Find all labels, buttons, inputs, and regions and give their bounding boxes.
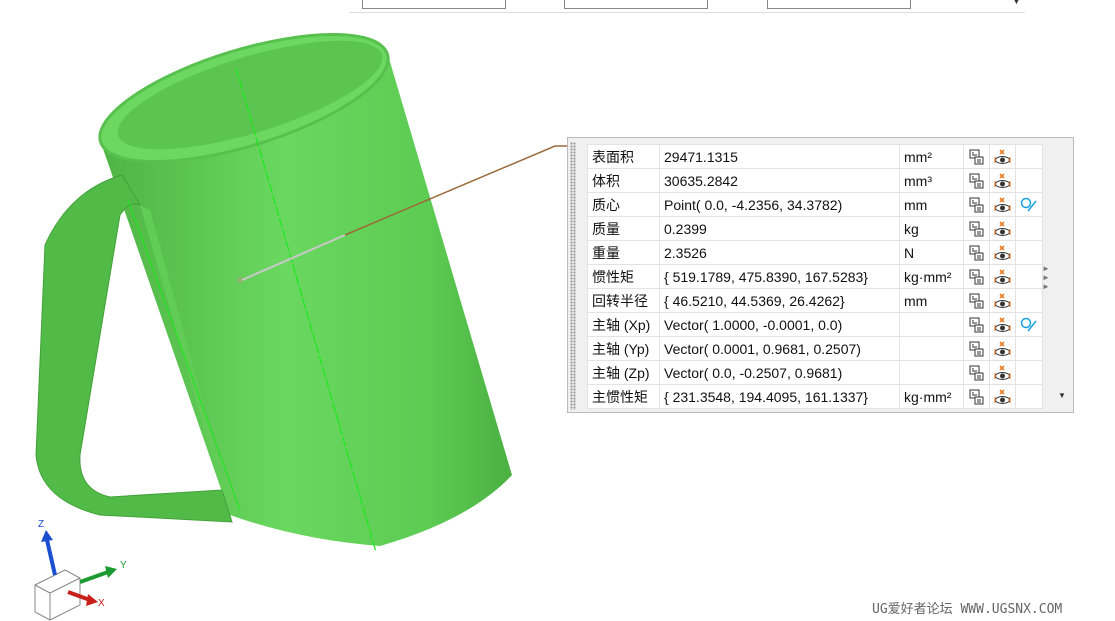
- show-hide-icon[interactable]: [989, 288, 1016, 313]
- show-hide-icon[interactable]: [989, 384, 1016, 409]
- mug-model: [35, 33, 512, 553]
- export-icon[interactable]: [963, 384, 990, 409]
- export-icon[interactable]: [963, 264, 990, 289]
- property-label: 主轴 (Yp): [587, 336, 660, 361]
- panel-drag-handle[interactable]: [570, 142, 576, 410]
- property-unit: mm³: [899, 168, 964, 193]
- create-point-icon[interactable]: [1015, 192, 1043, 217]
- property-label: 主轴 (Zp): [587, 360, 660, 385]
- property-unit: kg·mm²: [899, 264, 964, 289]
- property-value[interactable]: { 231.3548, 194.4095, 161.1337}: [659, 384, 900, 409]
- export-icon[interactable]: [963, 360, 990, 385]
- property-label: 惯性矩: [587, 264, 660, 289]
- property-row[interactable]: 质心 Point( 0.0, -4.2356, 34.3782) mm: [587, 192, 1043, 217]
- property-label: 质量: [587, 216, 660, 241]
- property-row[interactable]: 主轴 (Xp) Vector( 1.0000, -0.0001, 0.0): [587, 312, 1043, 337]
- panel-dropdown-icon[interactable]: ▼: [1058, 391, 1066, 400]
- empty-cell: [1015, 240, 1043, 265]
- show-hide-icon[interactable]: [989, 192, 1016, 217]
- property-label: 表面积: [587, 144, 660, 169]
- property-row[interactable]: 回转半径 { 46.5210, 44.5369, 26.4262} mm: [587, 288, 1043, 313]
- watermark: UG爱好者论坛 WWW.UGSNX.COM: [872, 602, 1063, 617]
- empty-cell: [1015, 288, 1043, 313]
- property-row[interactable]: 体积 30635.2842 mm³: [587, 168, 1043, 193]
- export-icon[interactable]: [963, 312, 990, 337]
- empty-cell: [1015, 168, 1043, 193]
- property-unit: [899, 360, 964, 385]
- show-hide-icon[interactable]: [989, 216, 1016, 241]
- export-icon[interactable]: [963, 192, 990, 217]
- show-hide-icon[interactable]: [989, 240, 1016, 265]
- property-unit: mm: [899, 192, 964, 217]
- property-value[interactable]: 2.3526: [659, 240, 900, 265]
- triad-x-label: X: [98, 598, 105, 609]
- property-value[interactable]: Vector( 0.0, -0.2507, 0.9681): [659, 360, 900, 385]
- show-hide-icon[interactable]: [989, 312, 1016, 337]
- create-point-icon[interactable]: [1015, 312, 1043, 337]
- export-icon[interactable]: [963, 336, 990, 361]
- property-unit: [899, 336, 964, 361]
- property-row[interactable]: 主轴 (Yp) Vector( 0.0001, 0.9681, 0.2507): [587, 336, 1043, 361]
- property-unit: mm: [899, 288, 964, 313]
- show-hide-icon[interactable]: [989, 144, 1016, 169]
- show-hide-icon[interactable]: [989, 168, 1016, 193]
- property-label: 回转半径: [587, 288, 660, 313]
- property-row[interactable]: 惯性矩 { 519.1789, 475.8390, 167.5283} kg·m…: [587, 264, 1043, 289]
- triad-y-label: Y: [120, 560, 127, 571]
- property-row[interactable]: 重量 2.3526 N: [587, 240, 1043, 265]
- property-label: 重量: [587, 240, 660, 265]
- property-unit: kg: [899, 216, 964, 241]
- property-row[interactable]: 表面积 29471.1315 mm²: [587, 144, 1043, 169]
- expand-arrows-icon[interactable]: ► ► ►: [1042, 264, 1050, 291]
- export-icon[interactable]: [963, 240, 990, 265]
- property-value[interactable]: Vector( 1.0000, -0.0001, 0.0): [659, 312, 900, 337]
- property-row[interactable]: 主惯性矩 { 231.3548, 194.4095, 161.1337} kg·…: [587, 384, 1043, 409]
- export-icon[interactable]: [963, 168, 990, 193]
- property-unit: mm²: [899, 144, 964, 169]
- property-unit: N: [899, 240, 964, 265]
- empty-cell: [1015, 384, 1043, 409]
- export-icon[interactable]: [963, 216, 990, 241]
- property-label: 主轴 (Xp): [587, 312, 660, 337]
- property-value[interactable]: { 46.5210, 44.5369, 26.4262}: [659, 288, 900, 313]
- triad-z-label: Z: [38, 519, 44, 530]
- export-icon[interactable]: [963, 288, 990, 313]
- property-unit: kg·mm²: [899, 384, 964, 409]
- property-value[interactable]: Point( 0.0, -4.2356, 34.3782): [659, 192, 900, 217]
- property-value[interactable]: 0.2399: [659, 216, 900, 241]
- show-hide-icon[interactable]: [989, 264, 1016, 289]
- property-value[interactable]: { 519.1789, 475.8390, 167.5283}: [659, 264, 900, 289]
- property-value[interactable]: 30635.2842: [659, 168, 900, 193]
- measure-results-panel: 表面积 29471.1315 mm² 体积 30635.2842 mm³ 质心 …: [567, 137, 1074, 413]
- empty-cell: [1015, 216, 1043, 241]
- property-value[interactable]: Vector( 0.0001, 0.9681, 0.2507): [659, 336, 900, 361]
- empty-cell: [1015, 336, 1043, 361]
- export-icon[interactable]: [963, 144, 990, 169]
- property-label: 质心: [587, 192, 660, 217]
- property-row[interactable]: 主轴 (Zp) Vector( 0.0, -0.2507, 0.9681): [587, 360, 1043, 385]
- empty-cell: [1015, 144, 1043, 169]
- property-row[interactable]: 质量 0.2399 kg: [587, 216, 1043, 241]
- property-label: 体积: [587, 168, 660, 193]
- empty-cell: [1015, 264, 1043, 289]
- property-value[interactable]: 29471.1315: [659, 144, 900, 169]
- show-hide-icon[interactable]: [989, 336, 1016, 361]
- show-hide-icon[interactable]: [989, 360, 1016, 385]
- properties-table: 表面积 29471.1315 mm² 体积 30635.2842 mm³ 质心 …: [587, 144, 1043, 409]
- empty-cell: [1015, 360, 1043, 385]
- property-unit: [899, 312, 964, 337]
- property-label: 主惯性矩: [587, 384, 660, 409]
- view-triad: Z Y X: [34, 519, 127, 621]
